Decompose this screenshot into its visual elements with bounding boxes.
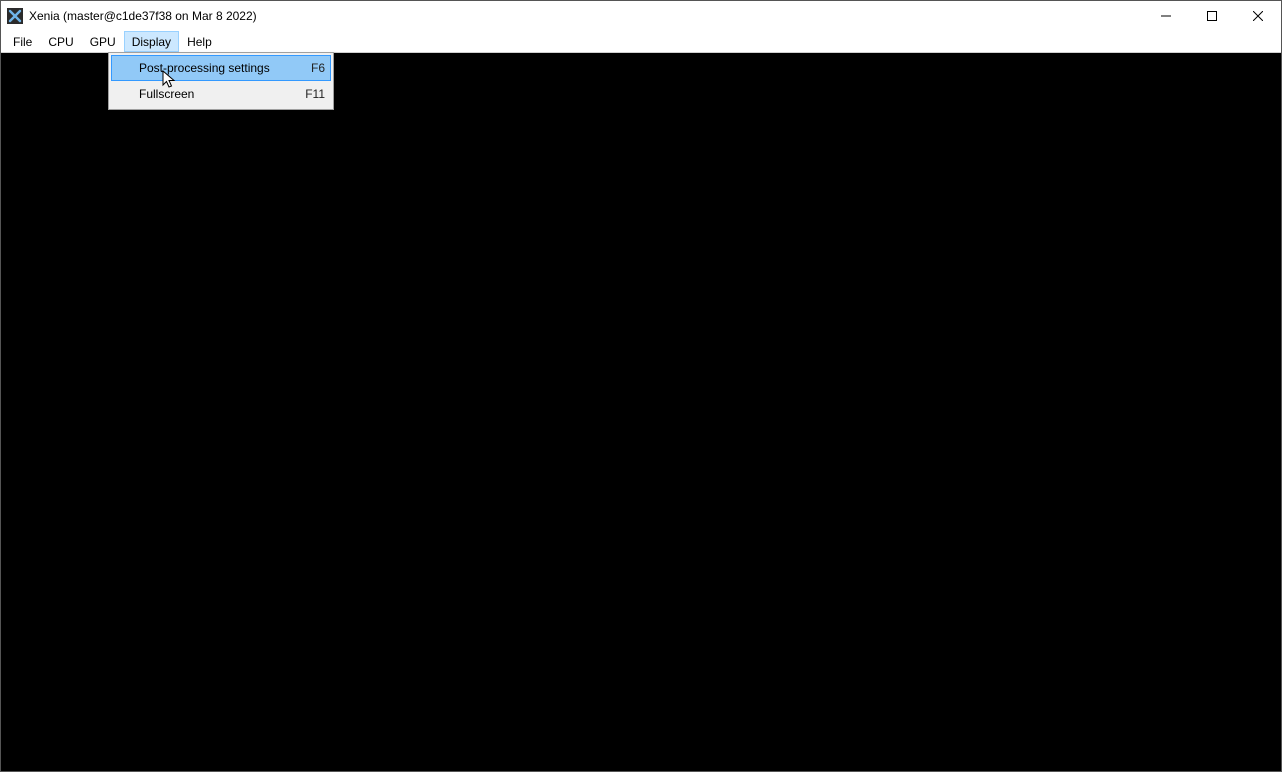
menu-label: GPU: [90, 35, 116, 49]
close-button[interactable]: [1235, 1, 1281, 31]
menu-label: Help: [187, 35, 212, 49]
menu-label: CPU: [48, 35, 73, 49]
menu-label: Display: [132, 35, 171, 49]
menu-file[interactable]: File: [5, 31, 40, 52]
menuitem-shortcut: F11: [305, 87, 325, 101]
menuitem-fullscreen[interactable]: Fullscreen F11: [111, 81, 331, 107]
window-controls: [1143, 1, 1281, 31]
minimize-button[interactable]: [1143, 1, 1189, 31]
menu-label: File: [13, 35, 32, 49]
menu-bar: File CPU GPU Display Help: [1, 31, 1281, 53]
menu-cpu[interactable]: CPU: [40, 31, 81, 52]
app-window: Xenia (master@c1de37f38 on Mar 8 2022) F…: [0, 0, 1282, 772]
title-bar[interactable]: Xenia (master@c1de37f38 on Mar 8 2022): [1, 1, 1281, 31]
menu-gpu[interactable]: GPU: [82, 31, 124, 52]
window-title: Xenia (master@c1de37f38 on Mar 8 2022): [29, 9, 257, 23]
app-icon: [7, 8, 23, 24]
maximize-button[interactable]: [1189, 1, 1235, 31]
viewport: [1, 53, 1281, 771]
menu-display[interactable]: Display: [124, 31, 179, 52]
menuitem-post-processing-settings[interactable]: Post-processing settings F6: [111, 55, 331, 81]
menuitem-label: Post-processing settings: [139, 61, 301, 75]
menu-help[interactable]: Help: [179, 31, 220, 52]
display-dropdown: Post-processing settings F6 Fullscreen F…: [108, 52, 334, 110]
menuitem-label: Fullscreen: [139, 87, 295, 101]
menuitem-shortcut: F6: [311, 61, 325, 75]
